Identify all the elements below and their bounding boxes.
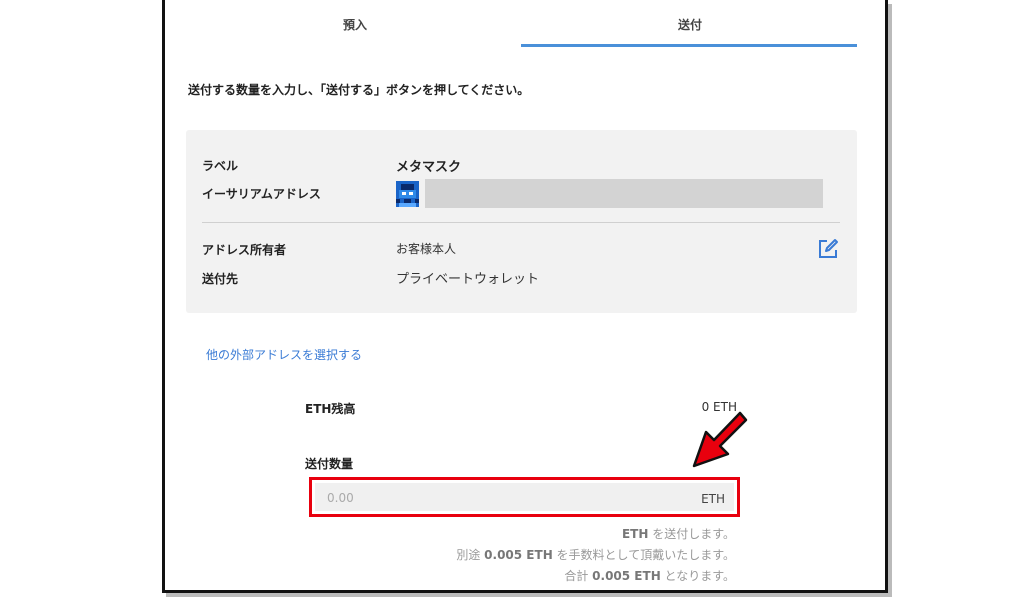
owner-value: お客様本人 [396, 242, 457, 256]
send-note: ETH を送付します。 [622, 525, 735, 542]
total-note-prefix: 合計 [564, 569, 593, 583]
fee-note-prefix: 別途 [456, 548, 485, 562]
address-redacted [425, 179, 823, 208]
send-panel: 預入 送付 送付する数量を入力し、「送付する」ボタンを押してください。 ラベル … [162, 0, 888, 593]
balance-label: ETH残高 [305, 402, 356, 416]
edit-icon[interactable] [817, 238, 839, 260]
address-card: ラベル メタマスク イーサリアムアドレス アドレス所有者 お客様本人 送付先 プ… [186, 130, 857, 313]
amount-label: 送付数量 [305, 457, 354, 471]
fee-note-amount: 0.005 ETH [484, 548, 553, 562]
card-divider [202, 222, 840, 223]
fee-note-text: を手数料として頂戴いたします。 [552, 548, 735, 562]
tab-send[interactable]: 送付 [678, 16, 702, 33]
amount-unit: ETH [701, 492, 725, 506]
label-value: メタマスク [396, 160, 462, 175]
destination-key: 送付先 [202, 272, 239, 286]
active-tab-indicator [521, 44, 857, 47]
amount-field: ETH [315, 483, 734, 511]
instruction-text: 送付する数量を入力し、「送付する」ボタンを押してください。 [188, 83, 530, 97]
total-note-text: となります。 [660, 569, 735, 583]
select-other-address-link[interactable]: 他の外部アドレスを選択する [206, 346, 362, 363]
address-key: イーサリアムアドレス [202, 187, 321, 201]
destination-value: プライベートウォレット [396, 272, 540, 287]
owner-key: アドレス所有者 [202, 243, 287, 257]
red-arrow-icon [692, 411, 748, 468]
send-note-currency: ETH [621, 527, 649, 541]
identicon-icon [396, 181, 419, 207]
tab-bar: 預入 送付 [165, 0, 885, 50]
total-note: 合計 0.005 ETH となります。 [564, 567, 735, 584]
label-key: ラベル [202, 159, 239, 173]
fee-note: 別途 0.005 ETH を手数料として頂戴いたします。 [456, 546, 735, 563]
send-note-text: を送付します。 [648, 527, 735, 541]
amount-input[interactable] [325, 490, 629, 506]
amount-field-highlight: ETH [309, 477, 740, 517]
total-note-amount: 0.005 ETH [592, 569, 661, 583]
tab-deposit[interactable]: 預入 [343, 16, 367, 33]
